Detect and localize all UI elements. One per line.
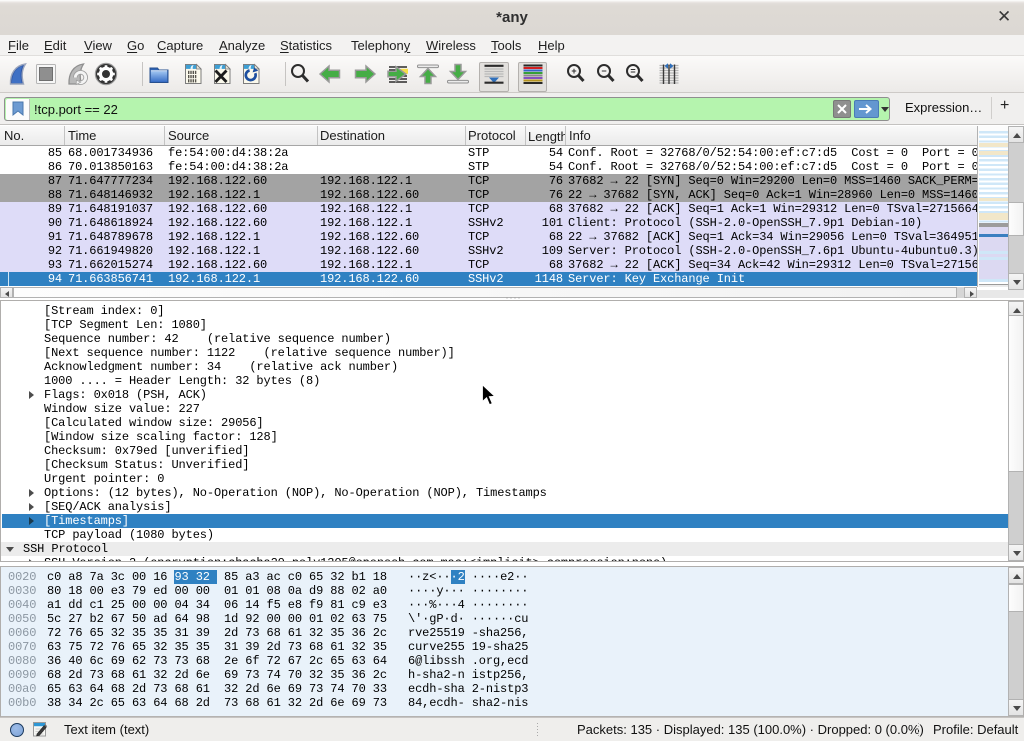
svg-text:−: −: [601, 66, 606, 76]
svg-text:=: =: [630, 66, 635, 76]
svg-text:+: +: [571, 66, 576, 76]
